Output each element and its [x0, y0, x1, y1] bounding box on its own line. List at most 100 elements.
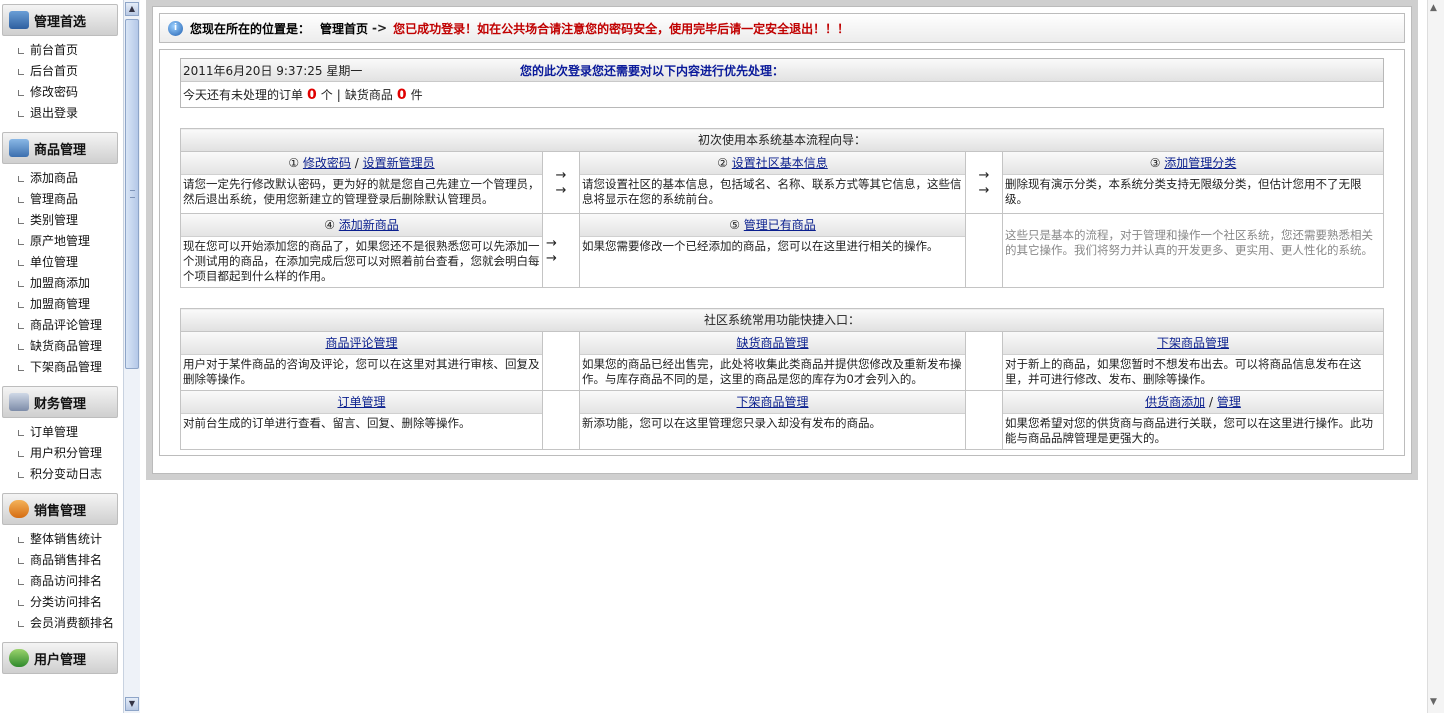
add-category-link[interactable]: 添加管理分类 [1164, 156, 1236, 170]
sidebar-item-category[interactable]: 类别管理 [0, 210, 122, 231]
flow-arrow: → → [965, 151, 1003, 214]
sidebar-item-admin-home[interactable]: 后台首页 [0, 61, 122, 82]
sidebar-section-header[interactable]: 财务管理 [2, 386, 118, 418]
scrollbar-thumb[interactable] [125, 19, 139, 369]
finance-icon [9, 393, 29, 411]
sidebar-section-users: 用户管理 [0, 642, 122, 674]
change-password-link[interactable]: 修改密码 [303, 156, 351, 170]
sidebar-section-header[interactable]: 销售管理 [2, 493, 118, 525]
sidebar-item-points-log[interactable]: 积分变动日志 [0, 464, 122, 485]
order-manage-link[interactable]: 订单管理 [337, 395, 385, 409]
step-description: 请您设置社区的基本信息，包括域名、名称、联系方式等其它信息，这些信息将显示在您的… [582, 177, 962, 206]
shortcut-description: 如果您的商品已经出售完，此处将收集此类商品并提供您修改及重新发布操作。与库存商品… [582, 357, 962, 386]
step-number: ③ [1149, 156, 1161, 170]
supplier-add-link[interactable]: 供货商添加 [1145, 395, 1205, 409]
shortcut-delisted-new: 下架商品管理 新添功能，您可以在这里管理您只录入却没有发布的商品。 [579, 390, 966, 450]
scroll-up-arrow-icon[interactable]: ▲ [125, 2, 139, 16]
shortcut-description: 新添功能，您可以在这里管理您只录入却没有发布的商品。 [582, 416, 881, 430]
manage-goods-link[interactable]: 管理已有商品 [744, 218, 816, 232]
location-prefix: 您现在所在的位置是： [190, 21, 311, 36]
sidebar-item-delisted[interactable]: 下架商品管理 [0, 357, 122, 378]
link-separator: / [1208, 395, 1214, 409]
sidebar-item-add-goods[interactable]: 添加商品 [0, 168, 122, 189]
sidebar-section-title: 销售管理 [34, 503, 87, 519]
status-row: 今天还有未处理的订单 0 个 | 缺货商品 0 件 [181, 82, 1383, 107]
priority-notice: 您的此次登录您还需要对以下内容进行优先处理： [520, 63, 785, 78]
sidebar-item-change-password[interactable]: 修改密码 [0, 82, 122, 103]
flow-arrow: → → [542, 213, 580, 288]
sidebar-item-front-home[interactable]: 前台首页 [0, 40, 122, 61]
sidebar-item-out-of-stock[interactable]: 缺货商品管理 [0, 336, 122, 357]
sidebar-scrollbar[interactable]: ▲ ▼ [123, 0, 140, 713]
status-header: 2011年6月20日 9:37:25 星期一 您的此次登录您还需要对以下内容进行… [181, 59, 1383, 82]
supplier-manage-link[interactable]: 管理 [1217, 395, 1241, 409]
delisted-link[interactable]: 下架商品管理 [1157, 336, 1229, 350]
location-bar: i 您现在所在的位置是： 管理首页 -> 您已成功登录！如在公共场合请注意您的密… [159, 13, 1405, 43]
sales-icon [9, 500, 29, 518]
shortcuts-caption: 社区系统常用功能快捷入口： [180, 308, 1384, 332]
sidebar-item-user-points[interactable]: 用户积分管理 [0, 443, 122, 464]
sidebar-item-category-rank[interactable]: 分类访问排名 [0, 592, 122, 613]
guide-table: 初次使用本系统基本流程向导： ① 修改密码 / 设置新管理员 请您一定先行修改默… [180, 128, 1384, 288]
sidebar-item-manage-franchisee[interactable]: 加盟商管理 [0, 294, 122, 315]
scroll-down-arrow-icon[interactable]: ▼ [1430, 697, 1437, 707]
sidebar-section-header[interactable]: 用户管理 [2, 642, 118, 674]
user-icon [9, 649, 29, 667]
sidebar-item-unit[interactable]: 单位管理 [0, 252, 122, 273]
datetime: 2011年6月20日 9:37:25 星期一 [183, 63, 363, 78]
sidebar-section-header[interactable]: 商品管理 [2, 132, 118, 164]
sidebar-item-logout[interactable]: 退出登录 [0, 103, 122, 124]
shortcut-description: 对于新上的商品，如果您暂时不想发布出去。可以将商品信息发布在这里，并可进行修改、… [1005, 357, 1362, 386]
step-description: 现在您可以开始添加您的商品了，如果您还不是很熟悉您可以先添加一个测试用的商品，在… [183, 239, 540, 283]
guide-step-4: ④ 添加新商品 现在您可以开始添加您的商品了，如果您还不是很熟悉您可以先添加一个… [180, 213, 543, 288]
sidebar-item-reviews[interactable]: 商品评论管理 [0, 315, 122, 336]
sidebar-section-sales: 销售管理 整体销售统计 商品销售排名 商品访问排名 分类访问排名 会员消费额排名 [0, 493, 122, 634]
sidebar-item-orders[interactable]: 订单管理 [0, 422, 122, 443]
security-warning: 您已成功登录！如在公共场合请注意您的密码安全，使用完毕后请一定安全退出！！！ [393, 21, 850, 36]
sidebar-section-title: 商品管理 [34, 142, 87, 158]
sidebar-item-visit-rank[interactable]: 商品访问排名 [0, 571, 122, 592]
shortcut-reviews: 商品评论管理 用户对于某件商品的咨询及评论，您可以在这里对其进行审核、回复及删除… [180, 331, 543, 391]
guide-note: 这些只是基本的流程，对于管理和操作一个社区系统，您还需要熟悉相关的其它操作。我们… [1002, 213, 1384, 288]
out-of-stock-link[interactable]: 缺货商品管理 [736, 336, 808, 350]
stock-count: 0 [396, 86, 407, 103]
sidebar-section-finance: 财务管理 订单管理 用户积分管理 积分变动日志 [0, 386, 122, 485]
set-admin-link[interactable]: 设置新管理员 [363, 156, 435, 170]
page-scrollbar[interactable]: ▲ ▼ [1427, 0, 1444, 713]
shortcut-orders: 订单管理 对前台生成的订单进行查看、留言、回复、删除等操作。 [180, 390, 543, 450]
stock-unit: 件 [410, 88, 423, 102]
sidebar-section-header[interactable]: 管理首选 [2, 4, 118, 36]
sidebar-item-member-rank[interactable]: 会员消费额排名 [0, 613, 122, 634]
sidebar: 管理首选 前台首页 后台首页 修改密码 退出登录 商品管理 添加商品 管理商品 … [0, 0, 122, 713]
guide-caption: 初次使用本系统基本流程向导： [180, 128, 1384, 152]
shortcuts-table: 社区系统常用功能快捷入口： 商品评论管理 用户对于某件商品的咨询及评论，您可以在… [180, 308, 1384, 450]
review-manage-link[interactable]: 商品评论管理 [325, 336, 397, 350]
sidebar-item-sales-stats[interactable]: 整体销售统计 [0, 529, 122, 550]
step-number: ④ [324, 218, 335, 232]
info-icon: i [168, 20, 183, 36]
sidebar-item-origin[interactable]: 原产地管理 [0, 231, 122, 252]
step-description: 删除现有演示分类，本系统分类支持无限级分类，但估计您用不了无限级。 [1005, 177, 1362, 206]
orders-unit: 个 [320, 88, 333, 102]
sidebar-item-manage-goods[interactable]: 管理商品 [0, 189, 122, 210]
sidebar-section-title: 管理首选 [34, 14, 87, 30]
orders-count: 0 [307, 86, 317, 103]
note-text: 这些只是基本的流程，对于管理和操作一个社区系统，您还需要熟悉相关的其它操作。我们… [1005, 228, 1373, 257]
community-info-link[interactable]: 设置社区基本信息 [732, 156, 828, 170]
add-goods-link[interactable]: 添加新商品 [339, 218, 399, 232]
step-description: 如果您需要修改一个已经添加的商品，您可以在这里进行相关的操作。 [582, 239, 939, 253]
home-icon [9, 11, 29, 29]
step-number: ① [288, 156, 300, 170]
sidebar-section-home: 管理首选 前台首页 后台首页 修改密码 退出登录 [0, 4, 122, 124]
delisted-new-link[interactable]: 下架商品管理 [736, 395, 808, 409]
grip-icon [130, 190, 135, 198]
stock-text: 缺货商品 [344, 88, 393, 102]
sidebar-section-title: 用户管理 [34, 652, 87, 668]
step-number: ② [717, 156, 728, 170]
sidebar-item-add-franchisee[interactable]: 加盟商添加 [0, 273, 122, 294]
guide-step-1: ① 修改密码 / 设置新管理员 请您一定先行修改默认密码，更为好的就是您自己先建… [180, 151, 543, 214]
scroll-up-arrow-icon[interactable]: ▲ [1430, 3, 1437, 13]
shortcut-suppliers: 供货商添加 / 管理 如果您希望对您的供货商与商品进行关联，您可以在这里进行操作… [1002, 390, 1384, 450]
sidebar-item-sales-rank[interactable]: 商品销售排名 [0, 550, 122, 571]
scroll-down-arrow-icon[interactable]: ▼ [125, 697, 139, 711]
